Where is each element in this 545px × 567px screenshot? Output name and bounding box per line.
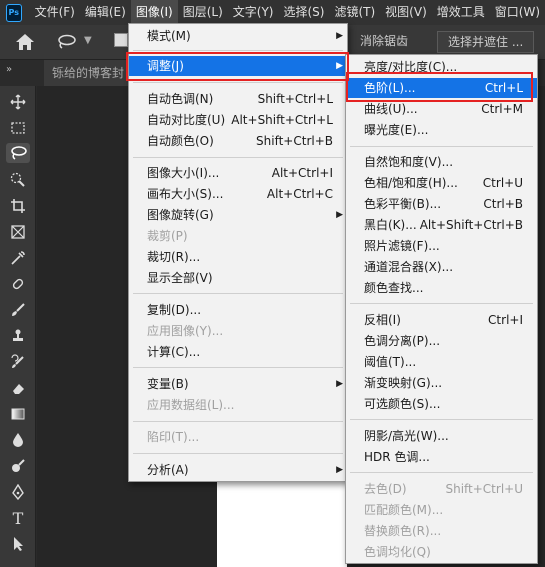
- submenu-arrow-icon: ▶: [336, 379, 343, 389]
- submenu-arrow-icon: ▶: [336, 465, 343, 475]
- clone-stamp-tool-icon[interactable]: [8, 326, 28, 346]
- crop-tool-icon[interactable]: [8, 196, 28, 216]
- menu-item-gradient-map[interactable]: 渐变映射(G)...: [346, 373, 537, 393]
- path-selection-tool-icon[interactable]: [8, 534, 28, 554]
- chevron-down-icon[interactable]: ▼: [84, 35, 92, 46]
- menu-item-image-size[interactable]: 图像大小(I)... Alt+Ctrl+I: [129, 163, 347, 183]
- menu-item-image-rotation[interactable]: 图像旋转(G) ▶: [129, 205, 347, 225]
- menu-bar: Ps 文件(F) 编辑(E) 图像(I) 图层(L) 文字(Y) 选择(S) 滤…: [0, 0, 545, 25]
- menu-item-match-color: 匹配颜色(M)...: [364, 503, 444, 517]
- menu-item-canvas-size[interactable]: 画布大小(S)... Alt+Ctrl+C: [129, 184, 347, 204]
- menu-item-hue-saturation[interactable]: 色相/饱和度(H)... Ctrl+U: [346, 173, 537, 193]
- menu-item-crop: 裁剪(P): [147, 229, 188, 243]
- frame-tool-icon[interactable]: [8, 222, 28, 242]
- menu-item-trim[interactable]: 裁切(R)...: [129, 247, 347, 267]
- marquee-tool-icon[interactable]: [8, 118, 28, 138]
- menu-item-reveal-all[interactable]: 显示全部(V): [129, 268, 347, 288]
- eraser-tool-icon[interactable]: [8, 378, 28, 398]
- menu-item-photo-filter[interactable]: 照片滤镜(F)...: [346, 236, 537, 256]
- menu-item-auto-contrast[interactable]: 自动对比度(U) Alt+Shift+Ctrl+L: [129, 110, 347, 130]
- adjustments-submenu: 亮度/对比度(C)... 色阶(L)... Ctrl+L 曲线(U)... Ct…: [345, 54, 538, 564]
- menu-item-exposure[interactable]: 曝光度(E)...: [346, 120, 537, 140]
- menu-item-auto-tone[interactable]: 自动色调(N) Shift+Ctrl+L: [129, 89, 347, 109]
- eyedropper-tool-icon[interactable]: [8, 248, 28, 268]
- menu-edit[interactable]: 编辑(E): [80, 0, 131, 25]
- menu-separator: [133, 82, 343, 83]
- quick-selection-tool-icon[interactable]: [8, 170, 28, 190]
- menu-separator: [350, 472, 533, 473]
- menu-separator: [350, 419, 533, 420]
- blur-tool-icon[interactable]: [8, 430, 28, 450]
- submenu-arrow-icon: ▶: [336, 31, 343, 41]
- menu-item-equalize: 色调均化(Q): [364, 545, 431, 559]
- menu-item-replace-color: 替换颜色(R)...: [364, 524, 442, 538]
- menu-item-color-lookup[interactable]: 颜色查找...: [346, 278, 537, 298]
- menu-item-duplicate[interactable]: 复制(D)...: [129, 300, 347, 320]
- photoshop-logo-icon: Ps: [6, 3, 22, 22]
- brush-tool-icon[interactable]: [8, 300, 28, 320]
- submenu-arrow-icon: ▶: [336, 210, 343, 220]
- gradient-tool-icon[interactable]: [8, 404, 28, 424]
- collapse-toolbar-icon[interactable]: »: [6, 64, 12, 75]
- tools-panel: T: [0, 86, 36, 567]
- menu-item-levels[interactable]: 色阶(L)... Ctrl+L: [346, 78, 537, 98]
- menu-file[interactable]: 文件(F): [30, 0, 80, 25]
- menu-item-threshold[interactable]: 阈值(T)...: [346, 352, 537, 372]
- anti-alias-checkbox-label[interactable]: 消除锯齿: [350, 31, 418, 53]
- menu-select[interactable]: 选择(S): [278, 0, 329, 25]
- menu-window[interactable]: 窗口(W): [490, 0, 545, 25]
- canvas-document[interactable]: [217, 478, 347, 567]
- menu-separator: [350, 303, 533, 304]
- home-icon[interactable]: [14, 32, 36, 52]
- menu-separator: [350, 146, 533, 147]
- menu-item-variables[interactable]: 变量(B) ▶: [129, 374, 347, 394]
- menu-type[interactable]: 文字(Y): [228, 0, 279, 25]
- menu-item-calculations[interactable]: 计算(C)...: [129, 342, 347, 362]
- menu-separator: [133, 157, 343, 158]
- menu-view[interactable]: 视图(V): [380, 0, 432, 25]
- menu-item-trap: 陷印(T)...: [147, 430, 200, 444]
- lasso-tool-icon[interactable]: [6, 143, 30, 163]
- menu-separator: [133, 367, 343, 368]
- menu-layer[interactable]: 图层(L): [178, 0, 228, 25]
- menu-filter[interactable]: 滤镜(T): [329, 0, 380, 25]
- menu-item-hdr-toning[interactable]: HDR 色调...: [346, 447, 537, 467]
- select-and-mask-button[interactable]: 选择并遮住 ...: [437, 31, 535, 53]
- menu-item-black-white[interactable]: 黑白(K)... Alt+Shift+Ctrl+B: [346, 215, 537, 235]
- menu-item-color-balance[interactable]: 色彩平衡(B)... Ctrl+B: [346, 194, 537, 214]
- menu-separator: [133, 50, 343, 51]
- type-tool-icon[interactable]: T: [8, 508, 28, 528]
- menu-item-analysis[interactable]: 分析(A) ▶: [129, 460, 347, 480]
- menu-separator: [133, 293, 343, 294]
- menu-separator: [133, 421, 343, 422]
- menu-item-apply-data-set: 应用数据组(L)...: [147, 398, 235, 412]
- menu-item-curves[interactable]: 曲线(U)... Ctrl+M: [346, 99, 537, 119]
- menu-image[interactable]: 图像(I): [130, 0, 178, 25]
- new-selection-icon[interactable]: [114, 33, 128, 47]
- menu-item-shadows-highlights[interactable]: 阴影/高光(W)...: [346, 426, 537, 446]
- healing-brush-tool-icon[interactable]: [8, 274, 28, 294]
- menu-item-adjustments[interactable]: 调整(J) ▶: [129, 56, 347, 76]
- menu-item-selective-color[interactable]: 可选颜色(S)...: [346, 394, 537, 414]
- menu-item-vibrance[interactable]: 自然饱和度(V)...: [346, 152, 537, 172]
- submenu-arrow-icon: ▶: [336, 61, 343, 71]
- menu-item-invert[interactable]: 反相(I) Ctrl+I: [346, 310, 537, 330]
- menu-item-auto-color[interactable]: 自动颜色(O) Shift+Ctrl+B: [129, 131, 347, 151]
- move-tool-icon[interactable]: [8, 92, 28, 112]
- menu-item-desaturate: 去色(D) Shift+Ctrl+U: [364, 482, 523, 496]
- menu-item-channel-mixer[interactable]: 通道混合器(X)...: [346, 257, 537, 277]
- lasso-icon[interactable]: [56, 34, 76, 50]
- history-brush-tool-icon[interactable]: [8, 352, 28, 372]
- image-menu-dropdown: 模式(M) ▶ 调整(J) ▶ 自动色调(N) Shift+Ctrl+L 自动对…: [128, 23, 348, 482]
- menu-item-posterize[interactable]: 色调分离(P)...: [346, 331, 537, 351]
- menu-item-apply-image: 应用图像(Y)...: [147, 324, 224, 338]
- pen-tool-icon[interactable]: [8, 482, 28, 502]
- menu-item-brightness-contrast[interactable]: 亮度/对比度(C)...: [346, 57, 537, 77]
- dodge-tool-icon[interactable]: [8, 456, 28, 476]
- menu-item-mode[interactable]: 模式(M) ▶: [129, 26, 347, 46]
- menu-plugins[interactable]: 增效工具: [432, 0, 490, 25]
- menu-separator: [133, 453, 343, 454]
